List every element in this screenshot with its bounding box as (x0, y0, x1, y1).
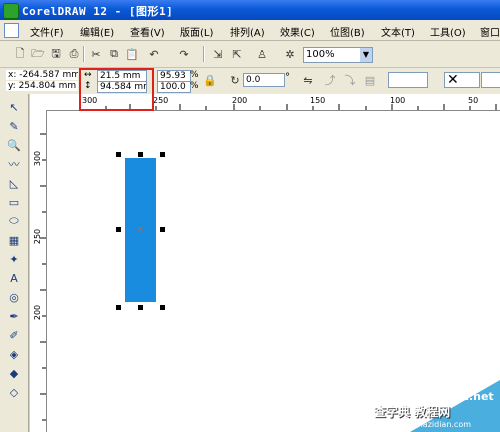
new-file-icon[interactable]: 🗋 (12, 46, 28, 62)
application-launcher-icon[interactable]: ♙ (254, 46, 270, 62)
ruler-label: 250 (33, 228, 43, 245)
interactive-fill-tool-icon[interactable]: ◆ (4, 365, 24, 381)
watermark-site: jb51.net (442, 390, 494, 403)
save-icon[interactable]: 🖫 (48, 46, 64, 62)
y-position-field[interactable]: y: 254.804 mm (6, 81, 78, 91)
text-tool-icon[interactable]: A (4, 270, 24, 286)
interactive-blend-tool-icon[interactable]: ◎ (4, 289, 24, 305)
export-icon[interactable]: ⇱ (229, 46, 245, 62)
ruler-label: 250 (153, 96, 169, 105)
zoom-tool-icon[interactable]: 🔍 (4, 137, 24, 153)
selection-handle-bottom-right[interactable] (160, 305, 165, 310)
separator (83, 46, 85, 62)
toolbox: ↖ ✎ 🔍 〰 ◺ ▭ ⬭ ▦ ✦ A ◎ ✒ ✐ ◈ ◆ ◇ (0, 94, 29, 432)
node-icon[interactable]: ⤵ (342, 72, 358, 88)
graph-paper-tool-icon[interactable]: ▦ (4, 232, 24, 248)
ruler-label: 150 (310, 96, 326, 105)
basic-shapes-tool-icon[interactable]: ✦ (4, 251, 24, 267)
x-position-field[interactable]: x: -264.587 mm (6, 70, 78, 80)
wrap-text-icon[interactable]: ▤ (362, 72, 378, 88)
import-icon[interactable]: ⇲ (210, 46, 226, 62)
chevron-down-icon[interactable]: ▼ (360, 48, 372, 62)
redo-icon[interactable]: ↷ (176, 46, 192, 62)
ruler-label: 100 (390, 96, 406, 105)
document-icon (4, 23, 19, 38)
selection-handle-top-left[interactable] (116, 152, 121, 157)
eyedropper-tool-icon[interactable]: ✒ (4, 308, 24, 324)
rectangle-tool-icon[interactable]: ▭ (4, 194, 24, 210)
line-end-select[interactable] (481, 72, 500, 88)
watermark-brand: 查字典 教程网 (374, 405, 451, 419)
menu-window[interactable]: 窗口 (480, 24, 500, 39)
close-icon: ✕ (447, 72, 459, 88)
zoom-select[interactable]: 100% ▼ (303, 47, 373, 63)
cut-icon[interactable]: ✂ (88, 46, 104, 62)
outline-style-select[interactable]: ✕ (444, 72, 480, 88)
undo-icon[interactable]: ↶ (146, 46, 162, 62)
freehand-tool-icon[interactable]: 〰 (4, 156, 24, 172)
paste-icon[interactable]: 📋 (124, 46, 140, 62)
watermark-url: jiaocheng.chazidian.com (372, 420, 472, 429)
ruler-label: 200 (33, 304, 43, 321)
open-file-icon[interactable]: 🗁 (30, 46, 46, 62)
menu-text[interactable]: 文本(T) (381, 24, 415, 39)
ruler-label: 300 (33, 150, 43, 167)
rotate-icon: ↻ (230, 73, 240, 87)
title-bar: CorelDRAW 12 - [图形1] (0, 0, 500, 20)
degree-label: ° (285, 72, 290, 83)
ruler-label: 50 (468, 96, 479, 105)
selection-handle-left[interactable] (116, 227, 121, 232)
menu-bitmaps[interactable]: 位图(B) (330, 24, 365, 39)
rotation-angle-field[interactable]: 0.0 (243, 73, 285, 87)
menu-layout[interactable]: 版面(L) (180, 24, 213, 39)
ellipse-tool-icon[interactable]: ⬭ (4, 213, 24, 229)
print-icon[interactable]: ⎙ (66, 46, 82, 62)
copy-icon[interactable]: ⧉ (106, 46, 122, 62)
mesh-fill-tool-icon[interactable]: ◇ (4, 384, 24, 400)
menu-arrange[interactable]: 排列(A) (230, 24, 265, 39)
outline-width-select[interactable] (388, 72, 428, 88)
selection-handle-bottom[interactable] (138, 305, 143, 310)
lock-ratio-icon[interactable]: 🔒 (202, 72, 218, 88)
shape-tool-icon[interactable]: ✎ (4, 118, 24, 134)
property-bar: x: -264.587 mm y: 254.804 mm ↔ ↕ 21.5 mm… (0, 68, 500, 111)
vertical-ruler[interactable]: 300 250 200 (30, 110, 47, 432)
selection-handle-bottom-left[interactable] (116, 305, 121, 310)
separator (203, 46, 205, 62)
selection-handle-right[interactable] (160, 227, 165, 232)
ruler-label: 200 (232, 96, 248, 105)
watermark: jb51.net 查字典 教程网 jiaocheng.chazidian.com (330, 350, 500, 432)
scale-y-field[interactable]: 100.0 (157, 81, 191, 93)
menu-file[interactable]: 文件(F) (30, 24, 64, 39)
outline-tool-icon[interactable]: ✐ (4, 327, 24, 343)
menu-view[interactable]: 查看(V) (130, 24, 165, 39)
window-title: CorelDRAW 12 - [图形1] (22, 5, 174, 18)
menu-edit[interactable]: 编辑(E) (80, 24, 114, 39)
corel-online-icon[interactable]: ✲ (282, 46, 298, 62)
selection-handle-top-right[interactable] (160, 152, 165, 157)
zoom-level-value: 100% (306, 49, 335, 60)
pick-tool-icon[interactable]: ↖ (4, 99, 24, 115)
size-highlight-box (79, 68, 154, 111)
selection-handle-top[interactable] (138, 152, 143, 157)
menu-effects[interactable]: 效果(C) (280, 24, 315, 39)
percent-label: % (190, 70, 199, 80)
center-marker-icon: ✕ (137, 225, 144, 234)
mirror-icon[interactable]: ⇋ (300, 72, 316, 88)
fill-tool-icon[interactable]: ◈ (4, 346, 24, 362)
coreldraw-app-icon (3, 3, 19, 19)
standard-toolbar: 🗋 🗁 🖫 ⎙ ✂ ⧉ 📋 ↶ ↷ ⇲ ⇱ ♙ ✲ 100% ▼ (0, 41, 500, 68)
smart-fill-tool-icon[interactable]: ◺ (4, 175, 24, 191)
menu-tools[interactable]: 工具(O) (430, 24, 466, 39)
menu-bar: 文件(F) 编辑(E) 查看(V) 版面(L) 排列(A) 效果(C) 位图(B… (0, 20, 500, 41)
node-icon[interactable]: ⤴ (322, 72, 338, 88)
percent-label: % (190, 81, 199, 91)
